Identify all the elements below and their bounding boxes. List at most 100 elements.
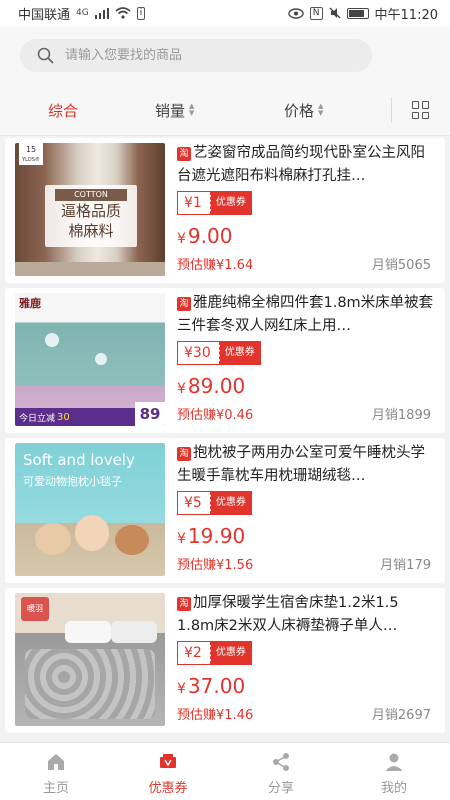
promo-price: 89 xyxy=(135,402,165,426)
currency-symbol: ¥ xyxy=(177,381,186,397)
product-price: ¥89.00 xyxy=(177,374,245,398)
coupon-value: ¥30 xyxy=(178,342,220,364)
sort-tab-label: 价格 xyxy=(284,101,315,120)
price-value: 9.00 xyxy=(187,224,233,248)
tab-label: 我的 xyxy=(380,781,407,796)
eye-icon xyxy=(288,7,304,19)
tab-share[interactable]: 分享 xyxy=(225,743,337,800)
brand-badge: 15 YLDS® xyxy=(19,143,43,165)
battery-icon xyxy=(346,7,369,19)
sort-divider xyxy=(391,97,392,123)
product-image-pillow: Soft and lovely 可爱动物抱枕小毯子 xyxy=(15,443,165,576)
taobao-tag-icon: 淘 xyxy=(177,447,191,461)
price-value: 37.00 xyxy=(187,674,246,698)
product-title: 淘雅鹿纯棉全棉四件套1.8m米床单被套三件套冬双人网红床上用… xyxy=(177,292,437,338)
promo-amount: 30 xyxy=(57,411,70,423)
plush-decor xyxy=(75,515,109,551)
product-price: ¥37.00 xyxy=(177,674,245,698)
sort-tab-label: 销量 xyxy=(155,101,186,120)
notification-icon: i xyxy=(136,6,146,20)
estimated-earnings: 预估赚¥1.56 xyxy=(177,558,254,573)
coupon-icon xyxy=(160,754,176,768)
sort-tab-sales[interactable]: 销量 ▲ ▼ xyxy=(155,84,194,136)
promo-line1: 逼格品质 xyxy=(60,202,121,220)
coupon-badge: ¥5 优惠券 xyxy=(177,491,252,515)
coupon-badge: ¥2 优惠券 xyxy=(177,641,252,665)
estimated-earnings: 预估赚¥1.64 xyxy=(177,258,254,273)
search-bar[interactable] xyxy=(20,39,372,72)
estimated-earnings: 预估赚¥1.46 xyxy=(177,708,254,723)
flower-decor xyxy=(95,353,107,365)
sort-tab-price[interactable]: 价格 ▲ ▼ xyxy=(284,84,323,136)
sort-arrows-icon: ▲ ▼ xyxy=(318,102,324,117)
carrier-label: 中国联通 xyxy=(18,7,71,23)
product-card[interactable]: 暖羽 淘加厚保暖学生宿舍床垫1.2米1.5 1.8m床2米双人床褥垫褥子单人… … xyxy=(5,588,445,733)
tab-label: 优惠券 xyxy=(148,781,188,796)
estimated-earnings: 预估赚¥0.46 xyxy=(177,408,254,423)
plush-decor xyxy=(35,523,71,555)
coupon-value: ¥1 xyxy=(178,192,211,214)
product-card[interactable]: 雅鹿 今日立减 30 89 淘雅鹿纯棉全棉四件套1.8m米床单被套三件套冬双人网… xyxy=(5,288,445,433)
coupon-label: 优惠券 xyxy=(210,492,251,514)
product-image-curtain: 15 YLDS® COTTON 逼格品质 棉麻料 xyxy=(15,143,165,276)
status-left: 中国联通 4G i xyxy=(18,4,146,23)
home-icon xyxy=(48,754,64,770)
product-title-text: 加厚保暖学生宿舍床垫1.2米1.5 1.8m床2米双人床褥垫褥子单人… xyxy=(177,595,399,634)
coupon-value: ¥2 xyxy=(178,642,211,664)
sort-arrows-icon: ▲ ▼ xyxy=(189,102,195,117)
promo-cn: 可爱动物抱枕小毯子 xyxy=(23,475,122,488)
taobao-tag-icon: 淘 xyxy=(177,597,191,611)
search-input[interactable] xyxy=(65,48,345,63)
monthly-sales: 月销1899 xyxy=(371,408,431,423)
tab-home[interactable]: 主页 xyxy=(0,743,112,800)
product-card[interactable]: Soft and lovely 可爱动物抱枕小毯子 淘抱枕被子两用办公室可爱午睡… xyxy=(5,438,445,583)
currency-symbol: ¥ xyxy=(177,231,186,247)
product-title-text: 雅鹿纯棉全棉四件套1.8m米床单被套三件套冬双人网红床上用… xyxy=(177,295,434,334)
product-card[interactable]: 15 YLDS® COTTON 逼格品质 棉麻料 淘艺姿窗帘成品简约现代卧室公主… xyxy=(5,138,445,283)
grid-view-icon[interactable] xyxy=(412,101,430,119)
tab-label: 分享 xyxy=(267,781,294,796)
clock: 中午11:20 xyxy=(374,7,438,23)
promo-overlay: COTTON 逼格品质 棉麻料 xyxy=(45,185,137,247)
pillow-decor xyxy=(111,621,157,643)
currency-symbol: ¥ xyxy=(177,681,186,697)
badge-number: 15 xyxy=(25,145,37,154)
flower-decor xyxy=(45,333,59,347)
price-value: 89.00 xyxy=(187,374,246,398)
product-title-text: 抱枕被子两用办公室可爱午睡枕头学生暖手靠枕车用枕珊瑚绒毯… xyxy=(177,445,425,484)
product-title-text: 艺姿窗帘成品简约现代卧室公主风阳台遮光遮阳布料棉麻打孔挂… xyxy=(177,145,425,184)
sort-tab-label: 综合 xyxy=(48,101,79,120)
share-icon xyxy=(273,753,289,771)
promo-en: COTTON xyxy=(55,189,127,201)
coupon-label: 优惠券 xyxy=(210,642,251,664)
plush-decor xyxy=(115,525,149,555)
price-value: 19.90 xyxy=(187,524,246,548)
coupon-badge: ¥30 优惠券 xyxy=(177,341,261,365)
sort-tab-comprehensive[interactable]: 综合 xyxy=(48,84,78,136)
mattress-decor xyxy=(25,649,155,719)
mute-icon xyxy=(329,7,340,19)
monthly-sales: 月销5065 xyxy=(371,258,431,273)
coupon-label: 优惠券 xyxy=(219,342,260,364)
product-title: 淘抱枕被子两用办公室可爱午睡枕头学生暖手靠枕车用枕珊瑚绒毯… xyxy=(177,442,437,488)
brand-logo: 暖羽 xyxy=(21,597,49,621)
promo-text: 今日立减 xyxy=(19,413,56,424)
user-icon xyxy=(385,753,403,771)
search-header xyxy=(0,26,450,84)
product-price: ¥9.00 xyxy=(177,224,232,248)
product-title: 淘艺姿窗帘成品简约现代卧室公主风阳台遮光遮阳布料棉麻打孔挂… xyxy=(177,142,437,188)
tab-coupon[interactable]: 优惠券 xyxy=(112,743,224,800)
currency-symbol: ¥ xyxy=(177,531,186,547)
product-image-bedding: 雅鹿 今日立减 30 89 xyxy=(15,293,165,426)
brand-logo: 雅鹿 xyxy=(19,297,41,310)
pillow-decor xyxy=(65,621,111,643)
status-bar: 中国联通 4G i N 中午11:20 xyxy=(0,0,450,26)
nfc-icon: N xyxy=(309,6,323,20)
taobao-tag-icon: 淘 xyxy=(177,147,191,161)
floor-decor xyxy=(15,262,165,276)
coupon-value: ¥5 xyxy=(178,492,211,514)
status-right: N 中午11:20 xyxy=(288,4,438,23)
wifi-icon xyxy=(115,7,131,19)
promo-line2: 棉麻料 xyxy=(68,222,114,240)
tab-profile[interactable]: 我的 xyxy=(338,743,450,800)
